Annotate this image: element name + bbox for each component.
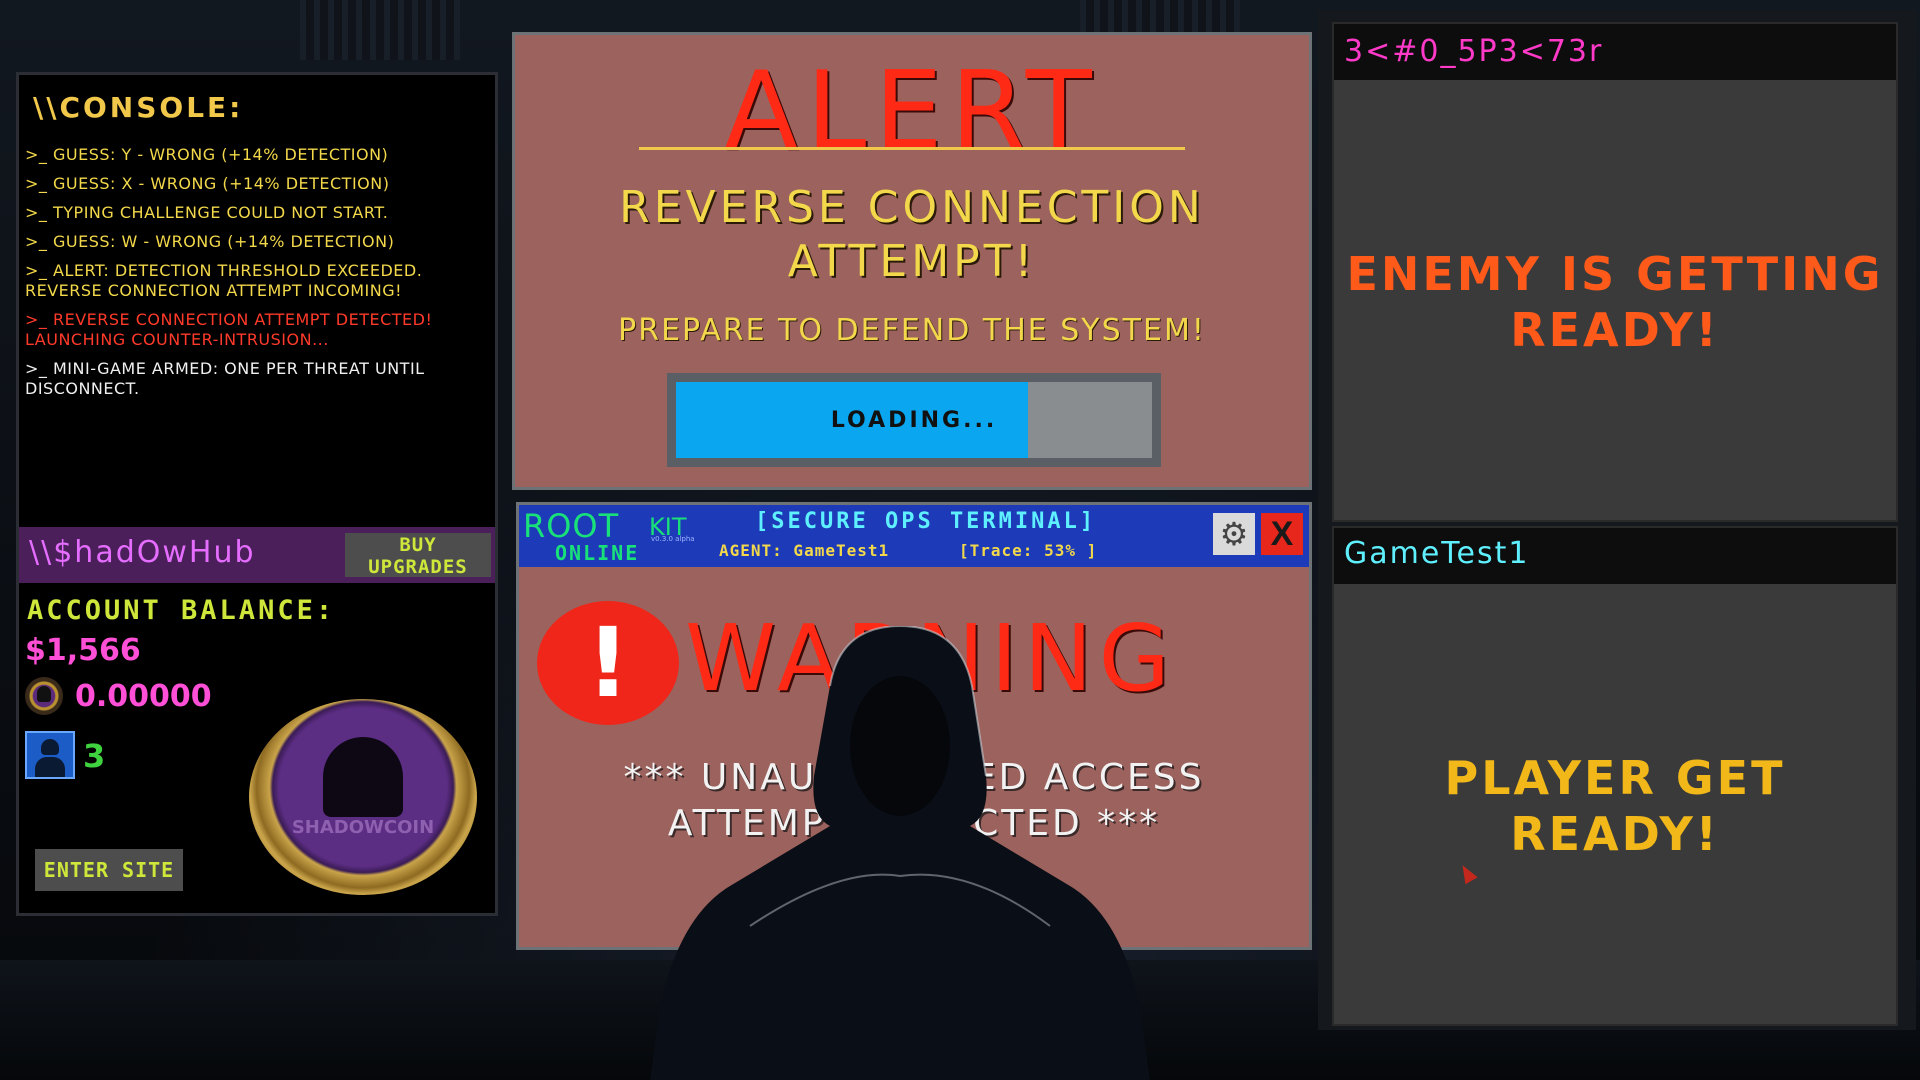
account-balance-label: ACCOUNT BALANCE:	[27, 595, 336, 626]
hooded-figure-icon	[323, 737, 403, 817]
connection-status: ONLINE	[555, 541, 640, 565]
warning-text: WARNING	[685, 605, 1176, 712]
enemy-panel: 3<#0_5P3<73r ENEMY IS GETTING READY!	[1332, 22, 1898, 522]
buy-upgrades-button[interactable]: BUY UPGRADES	[345, 533, 491, 578]
console-log-line: >_ GUESS: W - WRONG (+14% DETECTION)	[25, 232, 395, 251]
enemy-header: 3<#0_5P3<73r	[1334, 24, 1896, 80]
console-log-line: >_ TYPING CHALLENGE COULD NOT START.	[25, 203, 389, 222]
enter-site-button[interactable]: ENTER SITE	[35, 849, 183, 891]
loading-track: LOADING...	[676, 382, 1152, 458]
shadowcoin-logo: SHADOWCOIN	[249, 699, 477, 895]
coin-balance-value: 0.00000	[75, 679, 212, 714]
rootkit-version: v0.3.0 alpha	[651, 535, 695, 543]
close-button[interactable]: X	[1261, 513, 1303, 555]
terminal-agent: AGENT: GameTest1	[719, 541, 890, 560]
player-status: PLAYER GET READY!	[1444, 751, 1786, 861]
account-balance-value: $1,566	[25, 633, 141, 668]
close-icon: X	[1270, 514, 1294, 553]
console-log-line: >_ MINI-GAME ARMED: ONE PER THREAT UNTIL…	[25, 359, 425, 398]
server-rack	[300, 0, 460, 60]
alert-subline: PREPARE TO DEFEND THE SYSTEM!	[618, 313, 1206, 348]
player-name: GameTest1	[1344, 536, 1530, 571]
shadowhub-title: \\$hadOwHub	[29, 535, 256, 570]
player-panel: GameTest1 PLAYER GET READY!	[1332, 526, 1898, 1026]
console-log-line: >_ ALERT: DETECTION THRESHOLD EXCEEDED. …	[25, 261, 423, 300]
console-log-line: >_ GUESS: X - WRONG (+14% DETECTION)	[25, 174, 390, 193]
exclamation-icon: !	[537, 601, 679, 725]
alert-headline: REVERSE CONNECTION ATTEMPT!	[619, 182, 1205, 287]
agent-count-value: 3	[83, 737, 106, 775]
shadowhub-bar: \\$hadOwHub BUY UPGRADES	[19, 527, 495, 583]
alert-title: ALERT	[724, 49, 1100, 174]
console-title: \\CONSOLE:	[33, 91, 244, 124]
loading-bar: LOADING...	[667, 373, 1161, 467]
loading-text: LOADING...	[830, 408, 998, 433]
unauthorized-access-text: *** UNAUTHORIZED ACCESS ATTEMPT DETECTED…	[623, 757, 1205, 844]
gear-icon: ⚙	[1219, 516, 1249, 552]
hooded-agent-icon	[25, 731, 75, 779]
console-log-line: >_ REVERSE CONNECTION ATTEMPT DETECTED! …	[25, 310, 433, 349]
terminal-header: ROOT KIT v0.3.0 alpha ONLINE [SECURE OPS…	[519, 505, 1309, 567]
console-log-line: >_ GUESS: Y - WRONG (+14% DETECTION)	[25, 145, 389, 164]
shadowcoin-logo-label: SHADOWCOIN	[291, 817, 435, 838]
enemy-status: ENEMY IS GETTING READY!	[1346, 247, 1884, 357]
console-panel: \\CONSOLE: >_ GUESS: Y - WRONG (+14% DET…	[16, 72, 498, 916]
settings-button[interactable]: ⚙	[1213, 513, 1255, 555]
enemy-name: 3<#0_5P3<73r	[1344, 34, 1604, 69]
secure-ops-terminal: ROOT KIT v0.3.0 alpha ONLINE [SECURE OPS…	[516, 502, 1312, 950]
alert-panel: ALERT REVERSE CONNECTION ATTEMPT! PREPAR…	[512, 32, 1312, 490]
alert-underline	[639, 147, 1185, 150]
terminal-trace: [Trace: 53% ]	[959, 541, 1098, 560]
shadowcoin-icon	[25, 677, 63, 715]
player-header: GameTest1	[1334, 528, 1896, 584]
terminal-title: [SECURE OPS TERMINAL]	[755, 509, 1097, 534]
console-log: >_ GUESS: Y - WRONG (+14% DETECTION) >_ G…	[25, 145, 491, 408]
rootkit-logo-root: ROOT	[523, 507, 620, 545]
